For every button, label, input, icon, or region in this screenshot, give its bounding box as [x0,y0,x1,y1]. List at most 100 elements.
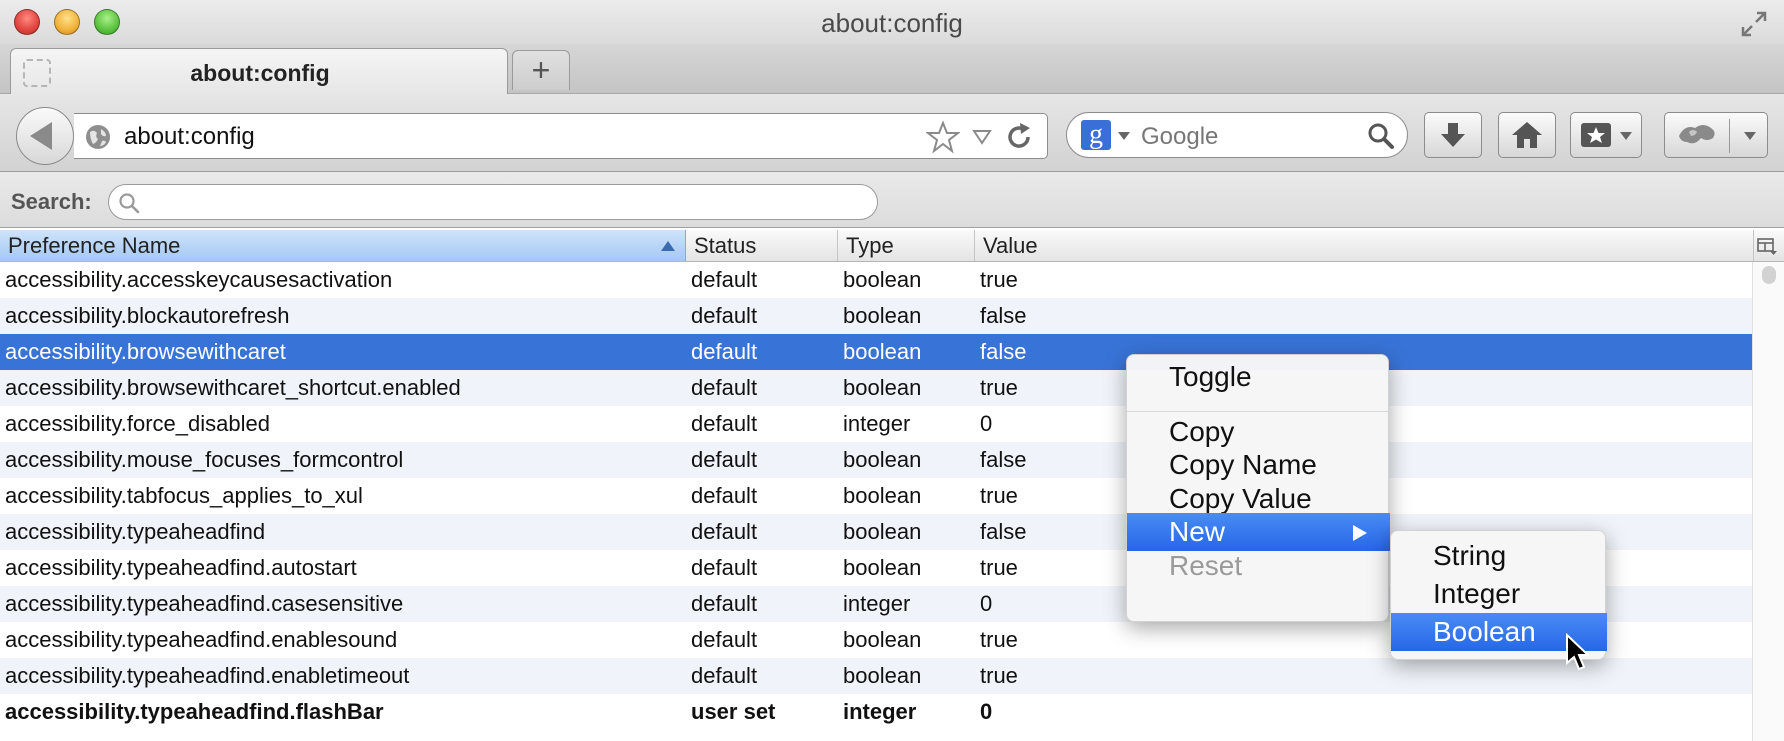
column-picker-icon[interactable] [1756,236,1778,256]
type-cell: boolean [843,519,922,544]
scrollbar-thumb[interactable] [1762,266,1776,284]
submenu-item-string[interactable]: String [1391,537,1607,575]
preference-name-cell: accessibility.typeaheadfind.enabletimeou… [5,663,410,688]
type-cell: boolean [843,627,922,652]
value-cell: true [980,555,1018,580]
type-cell: integer [843,591,911,616]
magnifier-icon[interactable] [1367,122,1395,150]
bookmarks-menu-button[interactable] [1570,112,1642,158]
menu-item-copy-name[interactable]: Copy Name [1127,446,1390,484]
column-header-label: Type [846,233,894,258]
type-cell: integer [843,411,911,436]
status-cell: default [691,375,758,400]
type-cell: boolean [843,303,922,328]
back-button[interactable] [16,107,74,165]
status-cell: default [691,411,758,436]
table-row[interactable]: accessibility.tabfocus_applies_to_xul de… [0,478,1752,514]
type-cell: boolean [843,663,922,688]
web-search-bar[interactable]: g Google [1066,112,1408,158]
table-row[interactable]: accessibility.mouse_focuses_formcontrol … [0,442,1752,478]
column-header-label: Value [983,233,1038,258]
table-row[interactable]: accessibility.typeaheadfind.flashBar use… [0,694,1752,730]
table-row[interactable]: accessibility.typeaheadfind.enabletimeou… [0,658,1752,694]
plus-icon: + [531,52,551,88]
context-menu: Toggle Copy Copy Name Copy Value New Res… [1126,354,1390,622]
mouse-cursor-icon [1566,633,1589,671]
value-cell: false [980,519,1027,544]
persona-icon [1679,125,1715,144]
persona-menu-button[interactable] [1664,112,1768,158]
status-cell: default [691,447,758,472]
column-header-preference-name[interactable]: Preference Name [0,230,686,261]
type-cell: boolean [843,447,922,472]
value-cell: true [980,663,1018,688]
url-bar[interactable]: about:config [74,113,1048,159]
status-cell: default [691,519,758,544]
reload-icon[interactable] [1004,122,1034,152]
table-row[interactable]: accessibility.force_disabled default int… [0,406,1752,442]
url-text: about:config [124,123,255,150]
value-cell: 0 [980,591,993,616]
downloads-button[interactable] [1424,112,1482,158]
menu-item-new[interactable]: New [1127,513,1390,551]
preference-search-input[interactable] [108,184,878,220]
preference-name-cell: accessibility.browsewithcaret [5,339,286,364]
column-header-value[interactable]: Value [975,230,1754,261]
bookmarks-star-icon [1581,123,1611,147]
new-tab-button[interactable]: + [512,50,570,90]
preference-name-cell: accessibility.tabfocus_applies_to_xul [5,483,363,508]
column-header-status[interactable]: Status [686,230,838,261]
preferences-table-body: accessibility.accesskeycausesactivation … [0,262,1752,741]
value-cell: 0 [980,411,993,436]
navigation-toolbar: about:config g Google [0,94,1784,172]
preference-name-cell: accessibility.accesskeycausesactivation [5,267,393,292]
tab-about-config[interactable]: about:config [10,48,508,95]
status-cell: default [691,483,758,508]
value-cell: true [980,375,1018,400]
status-cell: default [691,663,758,688]
preference-name-cell: accessibility.browsewithcaret_shortcut.e… [5,375,461,400]
status-cell: default [691,555,758,580]
engine-dropdown-icon[interactable] [1117,131,1131,141]
home-button[interactable] [1498,112,1556,158]
history-dropdown-icon[interactable] [972,128,992,146]
value-cell: 0 [980,699,993,724]
chevron-down-icon[interactable] [1743,131,1757,141]
search-icon [119,193,140,214]
preferences-table-header: Preference Name Status Type Value [0,230,1784,262]
menu-item-toggle[interactable]: Toggle [1127,358,1390,396]
vertical-scrollbar[interactable] [1752,262,1784,741]
fullscreen-icon[interactable] [1740,10,1768,38]
status-cell: default [691,591,758,616]
tab-label: about:config [190,60,330,86]
preference-name-cell: accessibility.mouse_focuses_formcontrol [5,447,404,472]
home-icon [1512,122,1542,148]
table-row[interactable]: accessibility.browsewithcaret_shortcut.e… [0,370,1752,406]
bookmark-star-icon[interactable] [926,120,960,154]
type-cell: boolean [843,339,922,364]
table-row[interactable]: accessibility.blockautorefresh default b… [0,298,1752,334]
table-row[interactable]: accessibility.accesskeycausesactivation … [0,262,1752,298]
submenu-arrow-icon [1353,525,1367,541]
column-header-label: Preference Name [8,233,181,258]
menu-item-label: New [1169,516,1226,547]
preference-name-cell: accessibility.force_disabled [5,411,270,436]
value-cell: false [980,447,1027,472]
preference-name-cell: accessibility.typeaheadfind.enablesound [5,627,398,652]
menu-item-reset: Reset [1169,550,1243,581]
google-engine-icon[interactable]: g [1081,120,1111,150]
menu-separator [1127,411,1390,412]
type-cell: boolean [843,483,922,508]
column-header-type[interactable]: Type [838,230,975,261]
submenu-item-integer[interactable]: Integer [1391,575,1607,613]
preference-name-cell: accessibility.blockautorefresh [5,303,290,328]
preference-name-cell: accessibility.typeaheadfind.casesensitiv… [5,591,404,616]
value-cell: true [980,267,1018,292]
value-cell: true [980,483,1018,508]
title-bar: about:config [0,0,1784,48]
globe-icon [86,125,110,149]
chevron-down-icon [1620,132,1632,140]
type-cell: boolean [843,375,922,400]
table-row[interactable]: accessibility.browsewithcaret default bo… [0,334,1752,370]
split-divider [1729,119,1730,153]
